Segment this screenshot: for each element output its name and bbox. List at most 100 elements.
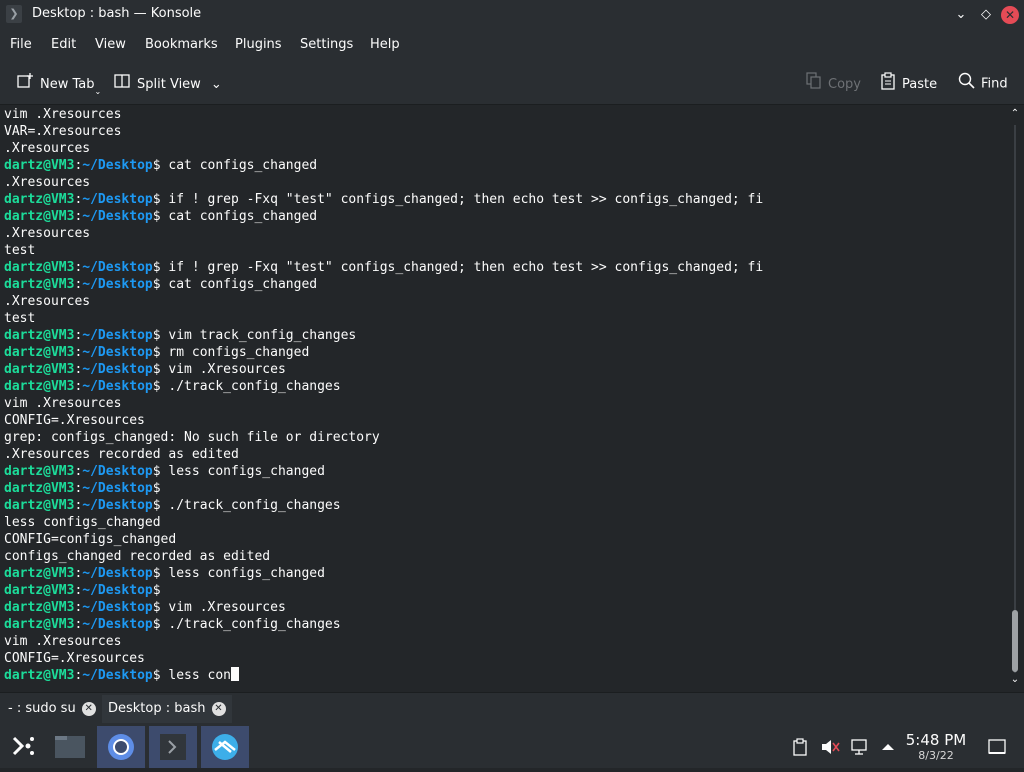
tab-bar: - : sudo su ✕ Desktop : bash ✕ bbox=[0, 692, 1024, 725]
prompt-path: ~/Desktop bbox=[82, 158, 153, 173]
terminal-line: test bbox=[4, 311, 36, 326]
menu-file[interactable]: File bbox=[10, 37, 32, 52]
terminal-view[interactable]: vim .Xresources VAR=.Xresources .Xresour… bbox=[0, 105, 1006, 692]
window-title: Desktop : bash — Konsole bbox=[32, 6, 202, 21]
terminal-line: CONFIG=configs_changed bbox=[4, 532, 177, 547]
paste-button[interactable]: Paste bbox=[880, 72, 937, 92]
show-desktop-icon[interactable] bbox=[988, 738, 1006, 760]
terminal-line: dartz@VM3:~/Desktop$ less configs_change… bbox=[4, 464, 325, 479]
terminal-line: less configs_changed bbox=[4, 515, 161, 530]
chromium-task[interactable] bbox=[97, 726, 145, 768]
new-tab-button[interactable]: New Tab⌄ bbox=[16, 72, 101, 96]
prompt-path: ~/Desktop bbox=[82, 328, 153, 343]
split-view-button[interactable]: Split View ⌄ bbox=[113, 72, 222, 92]
terminal-line: dartz@VM3:~/Desktop$ cat configs_changed bbox=[4, 209, 318, 224]
menu-bookmarks[interactable]: Bookmarks bbox=[145, 37, 218, 52]
prompt-user-host: dartz@VM3 bbox=[4, 209, 75, 224]
taskbar: 5:48 PM 8/3/22 bbox=[0, 724, 1024, 768]
terminal-line: CONFIG=.Xresources bbox=[4, 413, 145, 428]
maximize-button[interactable]: ◇ bbox=[977, 6, 995, 24]
prompt-user-host: dartz@VM3 bbox=[4, 379, 75, 394]
clipboard-icon[interactable] bbox=[792, 738, 808, 760]
terminal-line: dartz@VM3:~/Desktop$ vim track_config_ch… bbox=[4, 328, 357, 343]
terminal-line: dartz@VM3:~/Desktop$ bbox=[4, 583, 169, 598]
terminal-line: dartz@VM3:~/Desktop$ vim .Xresources bbox=[4, 600, 286, 615]
terminal-line: CONFIG=.Xresources bbox=[4, 651, 145, 666]
app-launcher-icon bbox=[12, 736, 34, 756]
scroll-down-icon[interactable]: ⌄ bbox=[1009, 674, 1021, 685]
new-tab-icon bbox=[16, 72, 34, 97]
konsole-task[interactable] bbox=[149, 726, 197, 768]
prompt-path: ~/Desktop bbox=[82, 345, 153, 360]
find-button[interactable]: Find bbox=[958, 72, 1008, 92]
terminal-line: .Xresources bbox=[4, 141, 91, 156]
prompt-user-host: dartz@VM3 bbox=[4, 566, 75, 581]
prompt-user-host: dartz@VM3 bbox=[4, 260, 75, 275]
konsole-icon bbox=[160, 734, 186, 760]
text-cursor bbox=[231, 667, 240, 681]
tab-label: Desktop : bash bbox=[108, 701, 206, 716]
clock-time: 5:48 PM bbox=[905, 731, 967, 749]
prompt-user-host: dartz@VM3 bbox=[4, 345, 75, 360]
prompt-path: ~/Desktop bbox=[82, 260, 153, 275]
tab-sudo-su[interactable]: - : sudo su ✕ bbox=[2, 695, 102, 723]
prompt-user-host: dartz@VM3 bbox=[4, 464, 75, 479]
paste-label: Paste bbox=[902, 77, 938, 92]
copy-button[interactable]: Copy bbox=[806, 72, 861, 92]
tab-desktop-bash[interactable]: Desktop : bash ✕ bbox=[102, 695, 232, 723]
menu-plugins[interactable]: Plugins bbox=[235, 37, 282, 52]
terminal-line: vim .Xresources bbox=[4, 107, 122, 122]
prompt-user-host: dartz@VM3 bbox=[4, 362, 75, 377]
toolbar: New Tab⌄ Split View ⌄ Copy Paste Find bbox=[0, 60, 1024, 105]
volume-muted-icon[interactable] bbox=[820, 738, 840, 760]
prompt-user-host: dartz@VM3 bbox=[4, 158, 75, 173]
file-manager-task[interactable] bbox=[46, 726, 94, 768]
new-tab-label: New Tab bbox=[40, 77, 95, 92]
prompt-user-host: dartz@VM3 bbox=[4, 617, 75, 632]
window-titlebar[interactable]: ❯ Desktop : bash — Konsole ⌄ ◇ ✕ bbox=[0, 0, 1024, 30]
terminal-line: dartz@VM3:~/Desktop$ cat configs_changed bbox=[4, 158, 318, 173]
close-tab-icon[interactable]: ✕ bbox=[211, 701, 226, 716]
terminal-scrollbar[interactable]: ⌃ ⌄ bbox=[1006, 105, 1024, 692]
terminal-line: dartz@VM3:~/Desktop$ if ! grep -Fxq "tes… bbox=[4, 192, 764, 207]
prompt-path: ~/Desktop bbox=[82, 362, 153, 377]
prompt-user-host: dartz@VM3 bbox=[4, 498, 75, 513]
paste-icon bbox=[880, 72, 896, 97]
menu-help[interactable]: Help bbox=[370, 37, 400, 52]
menu-view[interactable]: View bbox=[95, 37, 126, 52]
prompt-path: ~/Desktop bbox=[82, 600, 153, 615]
clock-date: 8/3/22 bbox=[918, 749, 954, 762]
terminal-output: vim .Xresources VAR=.Xresources .Xresour… bbox=[0, 106, 763, 684]
prompt-path: ~/Desktop bbox=[82, 583, 153, 598]
prompt-path: ~/Desktop bbox=[82, 277, 153, 292]
find-label: Find bbox=[981, 76, 1008, 92]
browser-task[interactable] bbox=[201, 726, 249, 768]
prompt-user-host: dartz@VM3 bbox=[4, 600, 75, 615]
terminal-line: test bbox=[4, 243, 36, 258]
system-tray-expand-icon[interactable] bbox=[880, 738, 896, 760]
scrollbar-thumb[interactable] bbox=[1012, 610, 1018, 672]
menu-settings[interactable]: Settings bbox=[300, 37, 353, 52]
digital-clock[interactable]: 5:48 PM 8/3/22 bbox=[900, 731, 972, 763]
terminal-line: .Xresources recorded as edited bbox=[4, 447, 239, 462]
prompt-path: ~/Desktop bbox=[82, 209, 153, 224]
app-launcher-button[interactable] bbox=[0, 726, 48, 768]
copy-label: Copy bbox=[828, 77, 861, 92]
prompt-path: ~/Desktop bbox=[82, 192, 153, 207]
terminal-line: dartz@VM3:~/Desktop$ less configs_change… bbox=[4, 566, 325, 581]
prompt-user-host: dartz@VM3 bbox=[4, 192, 75, 207]
minimize-button[interactable]: ⌄ bbox=[952, 6, 970, 24]
prompt-user-host: dartz@VM3 bbox=[4, 328, 75, 343]
prompt-path: ~/Desktop bbox=[82, 668, 153, 683]
network-icon[interactable] bbox=[850, 738, 870, 760]
menu-bar: File Edit View Bookmarks Plugins Setting… bbox=[0, 30, 1024, 60]
close-button[interactable]: ✕ bbox=[1001, 6, 1019, 24]
scrollbar-track[interactable] bbox=[1014, 125, 1016, 673]
chromium-icon bbox=[108, 734, 134, 760]
close-tab-icon[interactable]: ✕ bbox=[81, 701, 96, 716]
prompt-path: ~/Desktop bbox=[82, 379, 153, 394]
scroll-up-icon[interactable]: ⌃ bbox=[1009, 108, 1021, 119]
chevron-down-icon[interactable]: ⌄ bbox=[211, 77, 222, 92]
terminal-line: configs_changed recorded as edited bbox=[4, 549, 271, 564]
menu-edit[interactable]: Edit bbox=[51, 37, 76, 52]
